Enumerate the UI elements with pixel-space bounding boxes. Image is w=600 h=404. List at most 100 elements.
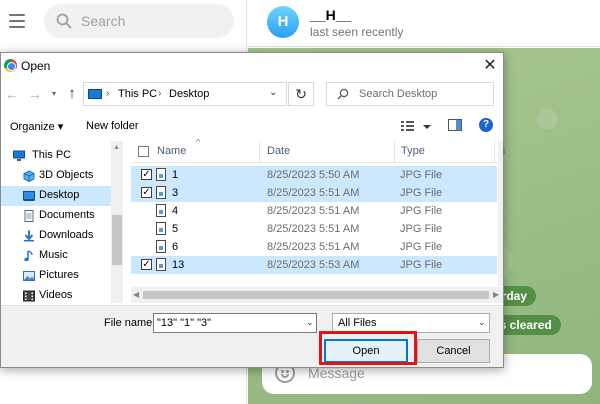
chevron-down-icon: ▾	[57, 121, 64, 133]
avatar[interactable]: H	[267, 6, 299, 38]
file-type: JPG File	[400, 169, 443, 181]
file-name-value: "13" "1" "3"	[157, 317, 212, 329]
up-arrow-icon[interactable]: ↑	[64, 86, 80, 102]
column-header-date[interactable]: Date	[267, 145, 290, 157]
file-list-vertical-scrollbar[interactable]	[498, 141, 503, 286]
file-date: 8/25/2023 5:51 AM	[267, 205, 360, 217]
menu-icon[interactable]	[9, 14, 25, 28]
computer-icon	[13, 150, 25, 161]
nav-item-label: Pictures	[39, 269, 79, 281]
scrollbar-thumb[interactable]	[112, 215, 122, 265]
file-name-field[interactable]: "13" "1" "3" ⌄	[153, 313, 317, 333]
chat-name: __H__	[310, 7, 352, 23]
file-list-horizontal-scrollbar[interactable]: ◀ ▶	[131, 287, 503, 303]
file-row[interactable]: ✓ 1 8/25/2023 5:50 AM JPG File	[131, 166, 497, 184]
file-row[interactable]: 5 8/25/2023 5:51 AM JPG File	[131, 220, 497, 238]
chevron-down-icon[interactable]: ⌄	[306, 317, 314, 328]
nav-item-label: 3D Objects	[39, 169, 94, 181]
nav-item-label: Desktop	[39, 189, 80, 201]
cancel-button[interactable]: Cancel	[417, 339, 490, 363]
close-button[interactable]: ✕	[479, 56, 501, 76]
address-bar[interactable]: › This PC › Desktop ⌄	[83, 82, 287, 106]
file-type: JPG File	[400, 259, 443, 271]
forward-arrow-icon[interactable]: →	[27, 86, 43, 102]
refresh-button[interactable]: ↻	[288, 82, 314, 106]
breadcrumb-separator-icon[interactable]: ›	[106, 88, 109, 99]
view-options-icon[interactable]	[401, 119, 433, 133]
computer-icon	[88, 89, 102, 99]
file-row[interactable]: ✓ 3 8/25/2023 5:51 AM JPG File	[131, 184, 497, 202]
file-date: 8/25/2023 5:50 AM	[267, 169, 360, 181]
organize-button[interactable]: Organize ▾	[10, 120, 63, 133]
search-desktop-input[interactable]: Search Desktop	[326, 82, 494, 106]
annotation-highlight-box	[319, 331, 417, 365]
dialog-titlebar[interactable]: Open ✕	[1, 53, 503, 79]
file-date: 8/25/2023 5:53 AM	[267, 259, 360, 271]
jpg-file-icon	[156, 186, 166, 199]
help-icon[interactable]: ?	[479, 118, 493, 132]
file-checkbox[interactable]: ✓	[141, 187, 152, 198]
file-type: JPG File	[400, 205, 443, 217]
pictures-icon	[23, 271, 35, 281]
jpg-file-icon	[156, 222, 166, 235]
column-header-name[interactable]: Name	[157, 145, 186, 157]
scroll-up-arrow-icon[interactable]: ▲	[113, 144, 120, 151]
new-folder-button[interactable]: New folder	[86, 120, 139, 132]
file-checkbox[interactable]: ✓	[141, 259, 152, 270]
jpg-file-icon	[156, 240, 166, 253]
nav-item-pictures[interactable]: Pictures	[1, 266, 111, 286]
scroll-left-arrow-icon[interactable]: ◀	[133, 290, 139, 299]
file-name: 13	[172, 259, 185, 271]
file-checkbox[interactable]: ✓	[141, 169, 152, 180]
videos-icon	[23, 290, 35, 302]
file-list-header: ^ Name Date Type S	[131, 137, 505, 163]
nav-item-music[interactable]: Music	[1, 246, 111, 266]
file-row[interactable]: 4 8/25/2023 5:51 AM JPG File	[131, 202, 497, 220]
nav-item-label: Documents	[39, 209, 95, 221]
file-row[interactable]: ✓ 13 8/25/2023 5:53 AM JPG File	[131, 256, 497, 274]
file-list: ^ Name Date Type S ✓ 1 8/25/2023 5:50 AM…	[131, 137, 505, 303]
nav-item-downloads[interactable]: Downloads	[1, 226, 111, 246]
scrollbar-thumb[interactable]	[143, 291, 489, 299]
desktop-icon	[23, 191, 35, 201]
file-name: 1	[172, 169, 179, 181]
chevron-down-icon[interactable]: ⌄	[269, 87, 277, 98]
nav-item-label: This PC	[32, 149, 72, 161]
nav-item-desktop[interactable]: Desktop	[1, 186, 111, 206]
nav-item-3d-objects[interactable]: 3D Objects	[1, 166, 111, 186]
jpg-file-icon	[156, 168, 166, 181]
documents-icon	[24, 210, 34, 222]
nav-item-this-pc[interactable]: This PC	[1, 146, 111, 166]
file-type: JPG File	[400, 187, 443, 199]
file-type: JPG File	[400, 241, 443, 253]
music-icon	[24, 250, 33, 262]
column-header-type[interactable]: Type	[401, 145, 425, 157]
file-name: 6	[172, 241, 179, 253]
chat-header[interactable]: H __H__ last seen recently	[248, 0, 600, 47]
search-icon	[56, 13, 72, 29]
breadcrumb-desktop[interactable]: Desktop	[169, 88, 209, 100]
column-divider[interactable]	[494, 141, 495, 163]
select-all-checkbox[interactable]	[138, 146, 149, 157]
nav-item-videos[interactable]: Videos	[1, 286, 111, 306]
scroll-right-arrow-icon[interactable]: ▶	[493, 290, 499, 299]
file-name: 5	[172, 223, 179, 235]
file-date: 8/25/2023 5:51 AM	[267, 223, 360, 235]
nav-item-documents[interactable]: Documents	[1, 206, 111, 226]
navigation-bar: ← → ▾ ↑ › This PC › Desktop ⌄ ↻ Search D…	[1, 80, 503, 110]
navigation-pane: This PC 3D Objects Desktop Documents Dow…	[1, 141, 125, 303]
sort-ascending-icon: ^	[196, 137, 201, 147]
breadcrumb-separator-icon[interactable]: ›	[158, 88, 161, 99]
nav-item-label: Downloads	[39, 229, 94, 241]
file-row[interactable]: 6 8/25/2023 5:51 AM JPG File	[131, 238, 497, 256]
preview-pane-icon[interactable]	[448, 119, 462, 131]
file-type-select[interactable]: All Files ⌄	[332, 313, 490, 333]
file-name: 3	[172, 187, 179, 199]
breadcrumb-this-pc[interactable]: This PC	[118, 88, 157, 100]
column-divider[interactable]	[394, 141, 395, 163]
file-date: 8/25/2023 5:51 AM	[267, 241, 360, 253]
recent-locations-chevron-icon[interactable]: ▾	[46, 86, 62, 102]
telegram-search-input[interactable]: Search	[44, 4, 234, 38]
column-divider[interactable]	[259, 141, 260, 163]
back-arrow-icon[interactable]: ←	[4, 86, 20, 102]
